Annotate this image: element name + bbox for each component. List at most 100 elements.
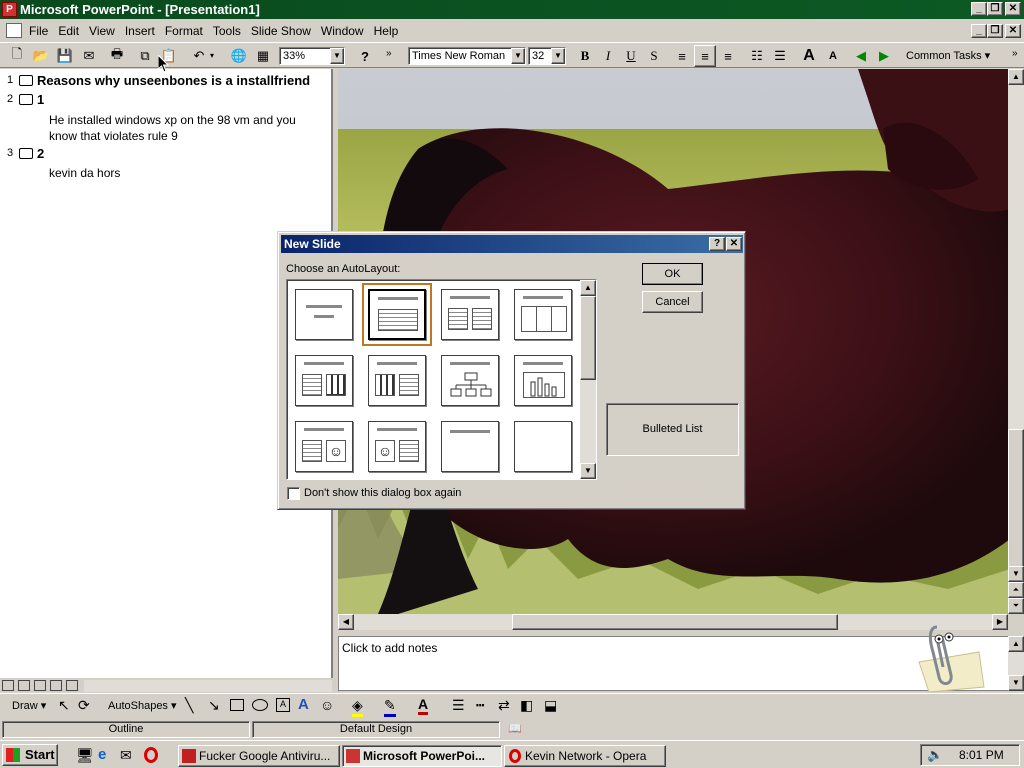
line-icon[interactable]: ╲ bbox=[185, 697, 193, 714]
doc-minimize-button[interactable]: _ bbox=[971, 24, 987, 38]
outline-view-icon[interactable] bbox=[18, 680, 30, 691]
list-scroll-down-icon[interactable]: ▼ bbox=[580, 463, 596, 479]
slide-view-icon[interactable] bbox=[34, 680, 46, 691]
task-opera[interactable]: Kevin Network - Opera bbox=[504, 745, 666, 767]
task-antivirus[interactable]: Fucker Google Antiviru... bbox=[178, 745, 340, 767]
list-scroll-thumb[interactable] bbox=[580, 296, 596, 380]
cancel-button[interactable]: Cancel bbox=[642, 291, 703, 313]
email-icon[interactable]: ✉ bbox=[78, 45, 100, 67]
common-tasks-button[interactable]: Common Tasks ▾ bbox=[906, 49, 990, 62]
dialog-help-icon[interactable]: ? bbox=[709, 237, 725, 251]
slide-3-body[interactable]: kevin da hors bbox=[49, 166, 120, 180]
document-icon[interactable] bbox=[6, 23, 22, 38]
dont-show-label[interactable]: Don't show this dialog box again bbox=[304, 487, 461, 499]
next-slide-icon[interactable]: ⏷ bbox=[1008, 598, 1024, 614]
layout-clipart-and-text[interactable]: ☺ bbox=[368, 421, 426, 472]
arrow-icon[interactable]: ↘ bbox=[208, 697, 220, 714]
prev-slide-icon[interactable]: ⏶ bbox=[1008, 582, 1024, 598]
align-left-icon[interactable]: ≡ bbox=[671, 45, 693, 67]
quick-launch-opera-icon[interactable] bbox=[144, 747, 158, 763]
rectangle-icon[interactable] bbox=[230, 699, 244, 711]
clipart-icon[interactable]: ☺ bbox=[320, 697, 334, 713]
demote-icon[interactable]: ▶ bbox=[873, 45, 895, 67]
align-right-icon[interactable]: ≡ bbox=[717, 45, 739, 67]
office-assistant-icon[interactable] bbox=[899, 617, 989, 692]
notes-pane[interactable]: Click to add notes bbox=[338, 625, 1010, 692]
notes-vscroll[interactable]: ▲ ▼ bbox=[1008, 636, 1024, 691]
help-icon[interactable]: ? bbox=[354, 45, 376, 67]
slide-3-title[interactable]: 2 bbox=[37, 146, 44, 161]
underline-icon[interactable]: U bbox=[620, 45, 642, 67]
volume-tray-icon[interactable]: 🔈 bbox=[927, 747, 943, 763]
menu-edit[interactable]: Edit bbox=[53, 21, 84, 41]
menu-tools[interactable]: Tools bbox=[208, 21, 246, 41]
slide-vscroll[interactable]: ▲ ▼ ⏶ ⏷ bbox=[1008, 69, 1024, 614]
italic-icon[interactable]: I bbox=[597, 45, 619, 67]
clock[interactable]: 8:01 PM bbox=[959, 748, 1004, 762]
undo-dropdown-icon[interactable]: ▾ bbox=[210, 51, 214, 60]
slide-1-title[interactable]: Reasons why unseenbones is a installfrie… bbox=[37, 73, 310, 88]
menu-format[interactable]: Format bbox=[160, 21, 208, 41]
scroll-up-arrow-icon[interactable]: ▲ bbox=[1008, 69, 1024, 85]
textbox-icon[interactable]: A bbox=[276, 698, 290, 712]
fill-color-icon[interactable]: ◈ bbox=[352, 697, 363, 717]
start-button[interactable]: Start bbox=[2, 744, 58, 766]
select-arrow-icon[interactable]: ↖ bbox=[58, 697, 70, 714]
scroll-thumb[interactable] bbox=[1008, 429, 1024, 569]
decrease-font-icon[interactable]: A bbox=[822, 45, 844, 67]
font-dropdown-icon[interactable]: ▼ bbox=[511, 48, 525, 64]
layout-chart-and-text[interactable] bbox=[368, 355, 426, 406]
slideshow-view-icon[interactable] bbox=[66, 680, 78, 691]
line-style-icon[interactable]: ☰ bbox=[452, 697, 465, 714]
copy-icon[interactable]: ⧉ bbox=[134, 45, 156, 67]
undo-icon[interactable]: ↶ bbox=[188, 45, 210, 67]
layout-title-slide[interactable] bbox=[295, 289, 353, 340]
scroll-left-arrow-icon[interactable]: ◀ bbox=[338, 614, 354, 630]
minimize-button[interactable]: _ bbox=[971, 2, 987, 16]
save-icon[interactable]: 💾 bbox=[54, 45, 76, 67]
layout-chart[interactable] bbox=[514, 355, 572, 406]
promote-icon[interactable]: ◀ bbox=[850, 45, 872, 67]
doc-close-button[interactable]: ✕ bbox=[1005, 24, 1021, 38]
print-icon[interactable]: 🖶 bbox=[106, 45, 128, 67]
layout-two-column-text[interactable] bbox=[441, 289, 499, 340]
slide-icon[interactable] bbox=[19, 75, 33, 86]
notes-scroll-up-icon[interactable]: ▲ bbox=[1008, 636, 1024, 652]
numbering-icon[interactable]: ☷ bbox=[746, 45, 768, 67]
ok-button[interactable]: OK bbox=[642, 263, 703, 285]
wordart-icon[interactable]: A bbox=[298, 696, 309, 713]
hscroll-thumb[interactable] bbox=[512, 614, 838, 630]
scroll-down-arrow-icon[interactable]: ▼ bbox=[1008, 566, 1024, 582]
list-scroll-up-icon[interactable]: ▲ bbox=[580, 280, 596, 296]
font-combo[interactable]: Times New Roman ▼ bbox=[408, 47, 526, 65]
size-dropdown-icon[interactable]: ▼ bbox=[551, 48, 565, 64]
shadow-icon[interactable]: S bbox=[643, 45, 665, 67]
slide-2-body[interactable]: He installed windows xp on the 98 vm and… bbox=[49, 112, 327, 144]
menu-slide-show[interactable]: Slide Show bbox=[246, 21, 316, 41]
quick-launch-ie-icon[interactable]: e bbox=[98, 746, 106, 763]
restore-button[interactable]: ❐ bbox=[987, 2, 1003, 16]
menu-help[interactable]: Help bbox=[369, 21, 404, 41]
open-icon[interactable]: 📂 bbox=[30, 45, 52, 67]
increase-font-icon[interactable]: A bbox=[798, 45, 820, 67]
new-icon[interactable]: 🗋 bbox=[6, 45, 28, 67]
more-buttons-icon[interactable]: » bbox=[386, 48, 392, 59]
autoshapes-menu[interactable]: AutoShapes ▾ bbox=[108, 699, 177, 712]
draw-menu[interactable]: Draw ▾ bbox=[12, 699, 46, 712]
notes-scroll-down-icon[interactable]: ▼ bbox=[1008, 675, 1024, 691]
shadow-style-icon[interactable]: ◧ bbox=[520, 697, 533, 714]
notes-placeholder[interactable]: Click to add notes bbox=[342, 641, 437, 655]
dash-style-icon[interactable]: ┅ bbox=[476, 697, 484, 714]
slide-icon[interactable] bbox=[19, 94, 33, 105]
menu-file[interactable]: File bbox=[24, 21, 53, 41]
globe-icon[interactable]: 🌐 bbox=[228, 45, 250, 67]
arrow-style-icon[interactable]: ⇄ bbox=[498, 697, 510, 714]
quick-launch-outlook-icon[interactable]: ✉ bbox=[120, 747, 132, 764]
bullets-icon[interactable]: ☰ bbox=[769, 45, 791, 67]
scroll-right-arrow-icon[interactable]: ▶ bbox=[992, 614, 1008, 630]
slide-2-title[interactable]: 1 bbox=[37, 92, 44, 107]
layout-organization-chart[interactable] bbox=[441, 355, 499, 406]
zoom-dropdown-icon[interactable]: ▼ bbox=[330, 48, 344, 64]
align-center-icon[interactable]: ≡ bbox=[694, 45, 716, 67]
menu-view[interactable]: View bbox=[84, 21, 120, 41]
